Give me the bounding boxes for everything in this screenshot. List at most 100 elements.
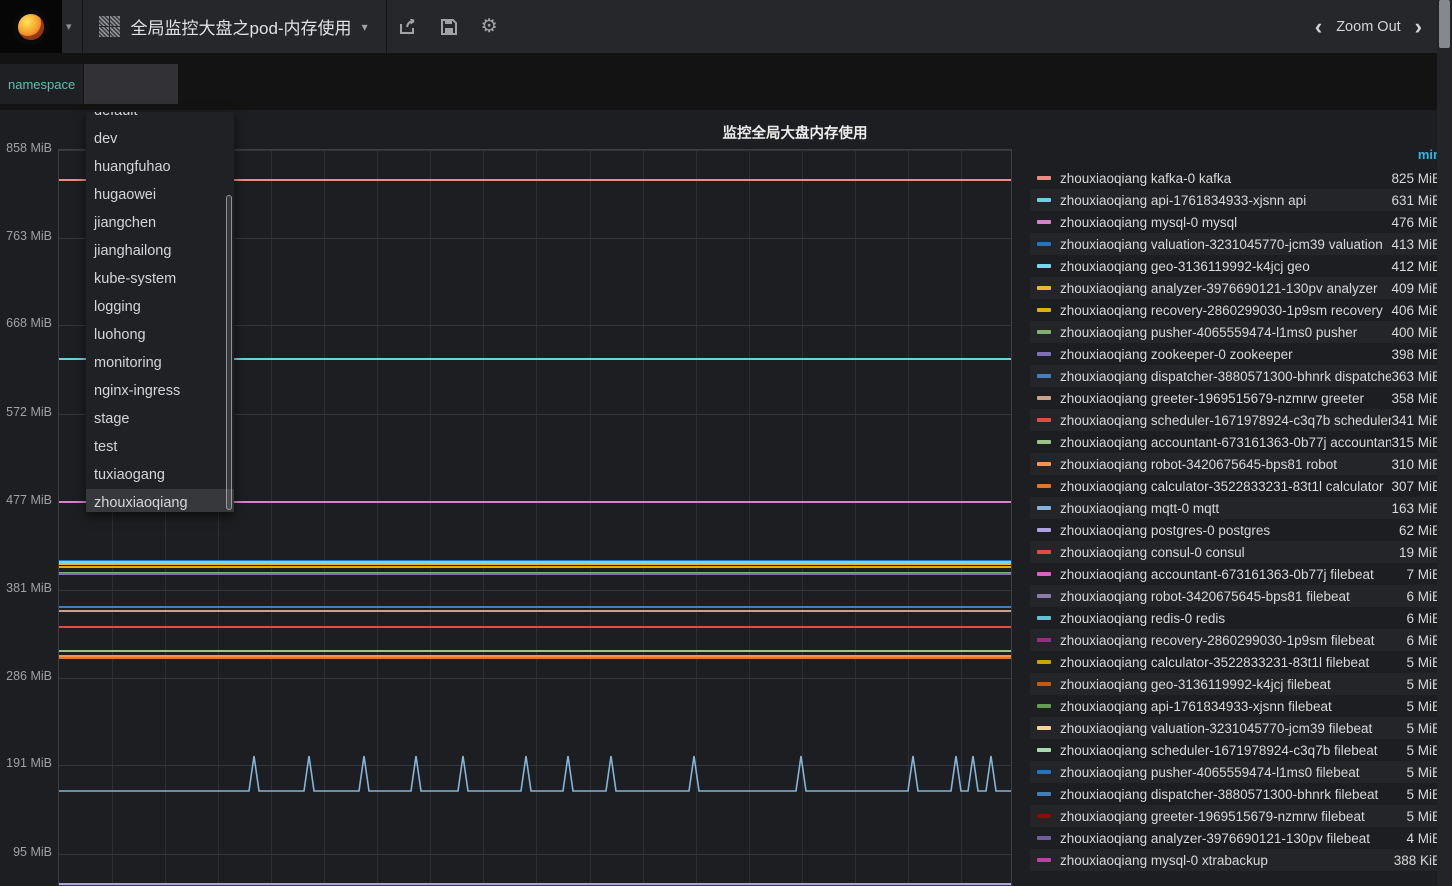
zoom-out-button[interactable]: Zoom Out [1336,19,1400,35]
legend-row[interactable]: zhouxiaoqiang redis-0 redis6 MiB [1030,607,1452,629]
legend-series-name[interactable]: zhouxiaoqiang postgres-0 postgres [1060,523,1399,538]
namespace-option-nginx-ingress[interactable]: nginx-ingress [86,377,234,405]
legend-series-name[interactable]: zhouxiaoqiang mqtt-0 mqtt [1060,501,1391,516]
series-color-dash-icon[interactable] [1037,704,1051,708]
series-color-dash-icon[interactable] [1037,550,1051,554]
legend-series-name[interactable]: zhouxiaoqiang analyzer-3976690121-130pv … [1060,281,1391,296]
legend-series-name[interactable]: zhouxiaoqiang recovery-2860299030-1p9sm … [1060,303,1391,318]
series-color-dash-icon[interactable] [1037,264,1051,268]
legend-series-name[interactable]: zhouxiaoqiang geo-3136119992-k4jcj geo [1060,259,1391,274]
series-color-dash-icon[interactable] [1037,682,1051,686]
namespace-option-hugaowei[interactable]: hugaowei [86,181,234,209]
series-color-dash-icon[interactable] [1037,660,1051,664]
legend-row[interactable]: zhouxiaoqiang calculator-3522833231-83t1… [1030,475,1452,497]
legend-series-name[interactable]: zhouxiaoqiang robot-3420675645-bps81 fil… [1060,589,1406,604]
legend-row[interactable]: zhouxiaoqiang accountant-673161363-0b77j… [1030,563,1452,585]
series-color-dash-icon[interactable] [1037,242,1051,246]
chevron-left-icon[interactable]: ‹ [1315,16,1322,38]
legend-row[interactable]: zhouxiaoqiang geo-3136119992-k4jcj geo41… [1030,255,1452,277]
series-color-dash-icon[interactable] [1037,220,1051,224]
series-color-dash-icon[interactable] [1037,836,1051,840]
legend-row[interactable]: zhouxiaoqiang dispatcher-3880571300-bhnr… [1030,783,1452,805]
legend-series-name[interactable]: zhouxiaoqiang scheduler-1671978924-c3q7b… [1060,413,1391,428]
legend-series-name[interactable]: zhouxiaoqiang pusher-4065559474-l1ms0 pu… [1060,325,1391,340]
legend-row[interactable]: zhouxiaoqiang recovery-2860299030-1p9sm … [1030,299,1452,321]
legend-row[interactable]: zhouxiaoqiang greeter-1969515679-nzmrw g… [1030,387,1452,409]
legend-series-name[interactable]: zhouxiaoqiang redis-0 redis [1060,611,1406,626]
namespace-option-stage[interactable]: stage [86,405,234,433]
chevron-right-icon[interactable]: › [1415,16,1422,38]
series-color-dash-icon[interactable] [1037,462,1051,466]
legend-row[interactable]: zhouxiaoqiang valuation-3231045770-jcm39… [1030,233,1452,255]
legend-row[interactable]: zhouxiaoqiang api-1761834933-xjsnn api63… [1030,189,1452,211]
series-color-dash-icon[interactable] [1037,792,1051,796]
series-color-dash-icon[interactable] [1037,770,1051,774]
legend-series-name[interactable]: zhouxiaoqiang greeter-1969515679-nzmrw g… [1060,391,1391,406]
legend-row[interactable]: zhouxiaoqiang valuation-3231045770-jcm39… [1030,717,1452,739]
legend-row[interactable]: zhouxiaoqiang scheduler-1671978924-c3q7b… [1030,409,1452,431]
legend-series-name[interactable]: zhouxiaoqiang kafka-0 kafka [1060,171,1391,186]
legend-series-name[interactable]: zhouxiaoqiang geo-3136119992-k4jcj fileb… [1060,677,1406,692]
legend-series-name[interactable]: zhouxiaoqiang mysql-0 mysql [1060,215,1391,230]
panel-title[interactable]: 监控全局大盘内存使用 [138,122,1452,143]
legend-row[interactable]: zhouxiaoqiang recovery-2860299030-1p9sm … [1030,629,1452,651]
series-color-dash-icon[interactable] [1037,484,1051,488]
legend-series-name[interactable]: zhouxiaoqiang recovery-2860299030-1p9sm … [1060,633,1406,648]
series-color-dash-icon[interactable] [1037,374,1051,378]
namespace-option-tuxiaogang[interactable]: tuxiaogang [86,461,234,489]
gear-icon[interactable]: ⚙ [481,17,498,36]
legend-series-name[interactable]: zhouxiaoqiang greeter-1969515679-nzmrw f… [1060,809,1406,824]
legend-series-name[interactable]: zhouxiaoqiang mysql-0 xtrabackup [1060,853,1394,868]
legend-row[interactable]: zhouxiaoqiang greeter-1969515679-nzmrw f… [1030,805,1452,827]
legend-series-name[interactable]: zhouxiaoqiang scheduler-1671978924-c3q7b… [1060,743,1406,758]
logo-dropdown-caret-icon[interactable]: ▾ [62,20,82,33]
series-color-dash-icon[interactable] [1037,638,1051,642]
series-color-dash-icon[interactable] [1037,418,1051,422]
namespace-option-test[interactable]: test [86,433,234,461]
series-color-dash-icon[interactable] [1037,726,1051,730]
page-scrollbar-thumb[interactable] [1439,0,1450,48]
legend-series-name[interactable]: zhouxiaoqiang consul-0 consul [1060,545,1399,560]
legend-row[interactable]: zhouxiaoqiang mqtt-0 mqtt163 MiB [1030,497,1452,519]
series-color-dash-icon[interactable] [1037,858,1051,862]
share-icon[interactable] [399,19,417,35]
series-color-dash-icon[interactable] [1037,286,1051,290]
legend-row[interactable]: zhouxiaoqiang analyzer-3976690121-130pv … [1030,277,1452,299]
series-color-dash-icon[interactable] [1037,748,1051,752]
series-color-dash-icon[interactable] [1037,572,1051,576]
series-color-dash-icon[interactable] [1037,198,1051,202]
legend-row[interactable]: zhouxiaoqiang zookeeper-0 zookeeper398 M… [1030,343,1452,365]
namespace-option-kube-system[interactable]: kube-system [86,265,234,293]
legend-row[interactable]: zhouxiaoqiang geo-3136119992-k4jcj fileb… [1030,673,1452,695]
page-scrollbar[interactable] [1437,0,1452,886]
dashboard-title-dropdown[interactable]: 全局监控大盘之pod-内存使用 ▾ [83,0,386,53]
legend-series-name[interactable]: zhouxiaoqiang valuation-3231045770-jcm39… [1060,721,1406,736]
namespace-option-huangfuhao[interactable]: huangfuhao [86,153,234,181]
legend-series-name[interactable]: zhouxiaoqiang valuation-3231045770-jcm39… [1060,237,1391,252]
series-color-dash-icon[interactable] [1037,396,1051,400]
legend-row[interactable]: zhouxiaoqiang postgres-0 postgres62 MiB [1030,519,1452,541]
legend-row[interactable]: zhouxiaoqiang pusher-4065559474-l1ms0 fi… [1030,761,1452,783]
legend-row[interactable]: zhouxiaoqiang analyzer-3976690121-130pv … [1030,827,1452,849]
namespace-option-monitoring[interactable]: monitoring [86,349,234,377]
grafana-logo[interactable] [0,0,62,53]
legend-row[interactable]: zhouxiaoqiang dispatcher-3880571300-bhnr… [1030,365,1452,387]
legend-row[interactable]: zhouxiaoqiang consul-0 consul19 MiB [1030,541,1452,563]
legend-series-name[interactable]: zhouxiaoqiang calculator-3522833231-83t1… [1060,479,1391,494]
legend-series-name[interactable]: zhouxiaoqiang dispatcher-3880571300-bhnr… [1060,787,1406,802]
series-color-dash-icon[interactable] [1037,176,1051,180]
namespace-option-default[interactable]: default [86,112,234,125]
series-color-dash-icon[interactable] [1037,616,1051,620]
series-color-dash-icon[interactable] [1037,330,1051,334]
legend-series-name[interactable]: zhouxiaoqiang analyzer-3976690121-130pv … [1060,831,1406,846]
legend-min-column-header[interactable]: min [1030,147,1452,167]
namespace-option-luohong[interactable]: luohong [86,321,234,349]
namespace-option-dev[interactable]: dev [86,125,234,153]
legend-series-name[interactable]: zhouxiaoqiang accountant-673161363-0b77j… [1060,567,1406,582]
namespace-option-jianghailong[interactable]: jianghailong [86,237,234,265]
legend-series-name[interactable]: zhouxiaoqiang robot-3420675645-bps81 rob… [1060,457,1391,472]
legend-series-name[interactable]: zhouxiaoqiang calculator-3522833231-83t1… [1060,655,1406,670]
legend-row[interactable]: zhouxiaoqiang mysql-0 mysql476 MiB [1030,211,1452,233]
legend-row[interactable]: zhouxiaoqiang kafka-0 kafka825 MiB [1030,167,1452,189]
namespace-option-logging[interactable]: logging [86,293,234,321]
